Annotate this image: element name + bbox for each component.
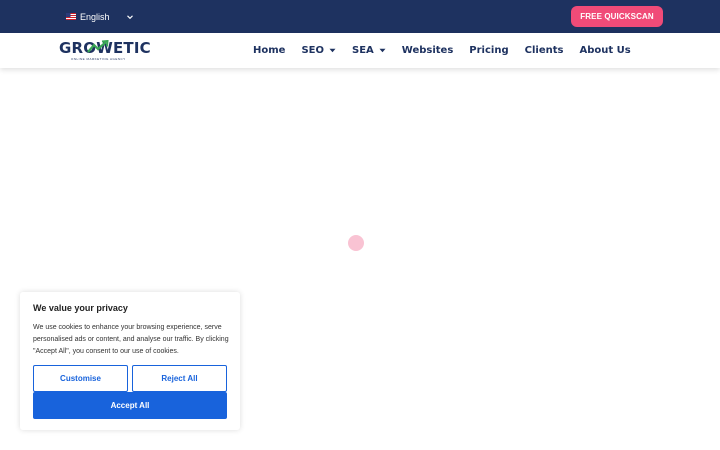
menu-item-seo[interactable]: SEO	[301, 45, 336, 56]
growetic-logo[interactable]: GROWETIC ONLINE MARKETING AGENCY	[59, 39, 151, 63]
menu-item-sea[interactable]: SEA	[352, 45, 386, 56]
menu-item-label: SEO	[301, 45, 324, 56]
cookie-banner-text: We use cookies to enhance your browsing …	[33, 324, 229, 355]
language-selector[interactable]: English	[66, 10, 134, 23]
caret-down-icon	[329, 48, 336, 53]
menu-item-label: Home	[253, 45, 286, 56]
menu-item-label: About Us	[579, 45, 631, 56]
main-navbar: GROWETIC ONLINE MARKETING AGENCY Home SE…	[0, 33, 720, 68]
caret-down-icon	[379, 48, 386, 53]
menu-item-label: Websites	[401, 45, 454, 56]
menu-item-websites[interactable]: Websites	[402, 45, 454, 56]
menu-item-label: Clients	[524, 45, 564, 56]
menu-item-home[interactable]: Home	[253, 45, 285, 56]
menu-item-pricing[interactable]: Pricing	[469, 45, 508, 56]
accept-all-button[interactable]: Accept All	[33, 392, 227, 419]
free-quickscan-button[interactable]: FREE QUICKSCAN	[571, 6, 663, 27]
menu-item-clients[interactable]: Clients	[525, 45, 564, 56]
logo-tagline: ONLINE MARKETING AGENCY	[71, 57, 126, 61]
us-flag-icon	[66, 13, 76, 20]
growth-arrow-icon	[87, 40, 109, 53]
menu-item-label: SEA	[352, 45, 374, 56]
main-menu: Home SEO SEA Websites Pricing Clients Ab…	[253, 33, 631, 68]
menu-item-label: Pricing	[469, 45, 509, 56]
cookie-consent-banner: We value your privacy We use cookies to …	[20, 292, 240, 430]
customise-button[interactable]: Customise	[33, 365, 128, 392]
language-label: English	[80, 11, 110, 22]
loading-spinner-icon	[348, 235, 364, 251]
cookie-banner-title: We value your privacy	[33, 303, 128, 313]
menu-item-about-us[interactable]: About Us	[579, 45, 630, 56]
chevron-down-icon	[126, 14, 133, 19]
top-bar: English FREE QUICKSCAN	[0, 0, 720, 33]
reject-all-button[interactable]: Reject All	[132, 365, 227, 392]
